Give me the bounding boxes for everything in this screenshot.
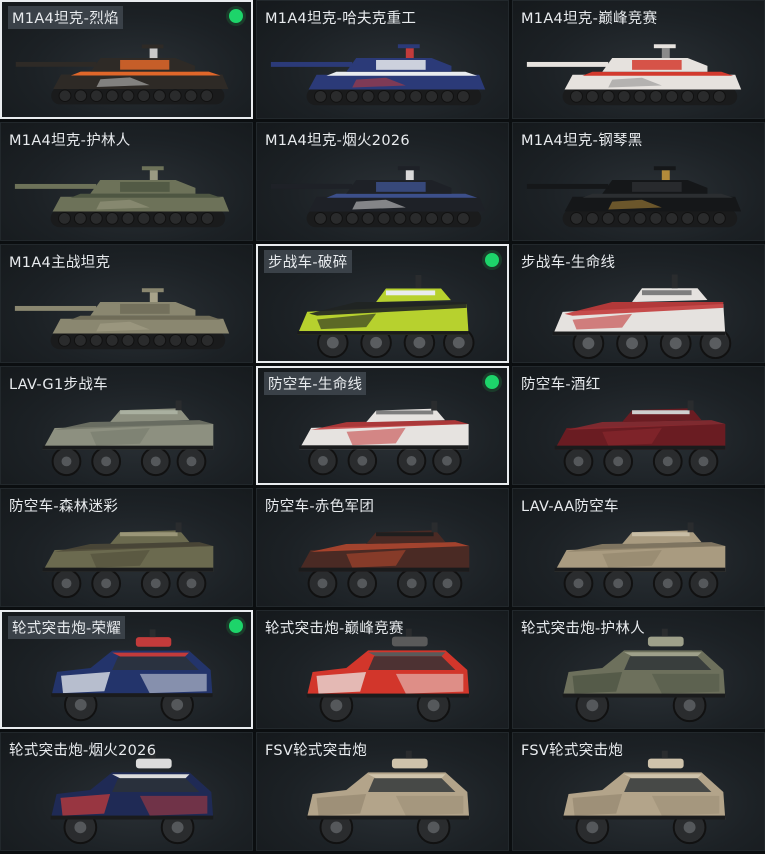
skin-card[interactable]: M1A4坦克-哈夫克重工 xyxy=(256,0,509,119)
skin-card[interactable]: FSV轮式突击炮 xyxy=(512,732,765,851)
skin-card-title: M1A4坦克-钢琴黑 xyxy=(521,133,643,149)
skin-grid: M1A4坦克-烈焰 M1A4坦克-哈夫克重工 M1A4坦克-巅峰竞赛 M1A4坦… xyxy=(0,0,765,854)
skin-card[interactable]: 防空车-森林迷彩 xyxy=(0,488,253,607)
equipped-indicator-icon xyxy=(229,619,243,633)
equipped-indicator-icon xyxy=(485,253,499,267)
skin-card[interactable]: 防空车-酒红 xyxy=(512,366,765,485)
equipped-indicator-icon xyxy=(229,9,243,23)
skin-card[interactable]: 防空车-生命线 xyxy=(256,366,509,485)
skin-card[interactable]: M1A4坦克-巅峰竞赛 xyxy=(512,0,765,119)
skin-card[interactable]: M1A4主战坦克 xyxy=(0,244,253,363)
skin-card-title: LAV-G1步战车 xyxy=(9,377,108,393)
skin-card-title: 轮式突击炮-护林人 xyxy=(521,621,645,637)
skin-card[interactable]: 步战车-生命线 xyxy=(512,244,765,363)
skin-card[interactable]: M1A4坦克-钢琴黑 xyxy=(512,122,765,241)
skin-card[interactable]: 步战车-破碎 xyxy=(256,244,509,363)
skin-card-title: M1A4坦克-巅峰竞赛 xyxy=(521,11,658,27)
skin-card-title: M1A4主战坦克 xyxy=(9,255,111,271)
skin-card[interactable]: LAV-AA防空车 xyxy=(512,488,765,607)
skin-card[interactable]: 防空车-赤色军团 xyxy=(256,488,509,607)
skin-card-title: FSV轮式突击炮 xyxy=(265,743,368,759)
skin-card-title: 防空车-生命线 xyxy=(264,372,367,395)
skin-card[interactable]: M1A4坦克-烟火2026 xyxy=(256,122,509,241)
skin-card-title: 防空车-森林迷彩 xyxy=(9,499,119,515)
equipped-indicator-icon xyxy=(485,375,499,389)
skin-card[interactable]: FSV轮式突击炮 xyxy=(256,732,509,851)
skin-card-title: 防空车-酒红 xyxy=(521,377,601,393)
skin-card-title: 步战车-生命线 xyxy=(521,255,616,271)
skin-card[interactable]: 轮式突击炮-巅峰竞赛 xyxy=(256,610,509,729)
skin-card-title: M1A4坦克-烟火2026 xyxy=(265,133,410,149)
skin-card-title: FSV轮式突击炮 xyxy=(521,743,624,759)
skin-card-title: M1A4坦克-烈焰 xyxy=(8,6,123,29)
skin-card[interactable]: M1A4坦克-烈焰 xyxy=(0,0,253,119)
skin-card-title: 轮式突击炮-荣耀 xyxy=(8,616,126,639)
skin-card-title: M1A4坦克-哈夫克重工 xyxy=(265,11,417,27)
skin-card-title: LAV-AA防空车 xyxy=(521,499,619,515)
skin-card-title: 防空车-赤色军团 xyxy=(265,499,375,515)
skin-card[interactable]: 轮式突击炮-护林人 xyxy=(512,610,765,729)
skin-card-title: 轮式突击炮-烟火2026 xyxy=(9,743,157,759)
skin-card-title: M1A4坦克-护林人 xyxy=(9,133,131,149)
skin-card[interactable]: LAV-G1步战车 xyxy=(0,366,253,485)
skin-card-title: 轮式突击炮-巅峰竞赛 xyxy=(265,621,404,637)
skin-card[interactable]: 轮式突击炮-烟火2026 xyxy=(0,732,253,851)
skin-card[interactable]: 轮式突击炮-荣耀 xyxy=(0,610,253,729)
skin-card-title: 步战车-破碎 xyxy=(264,250,352,273)
skin-card[interactable]: M1A4坦克-护林人 xyxy=(0,122,253,241)
